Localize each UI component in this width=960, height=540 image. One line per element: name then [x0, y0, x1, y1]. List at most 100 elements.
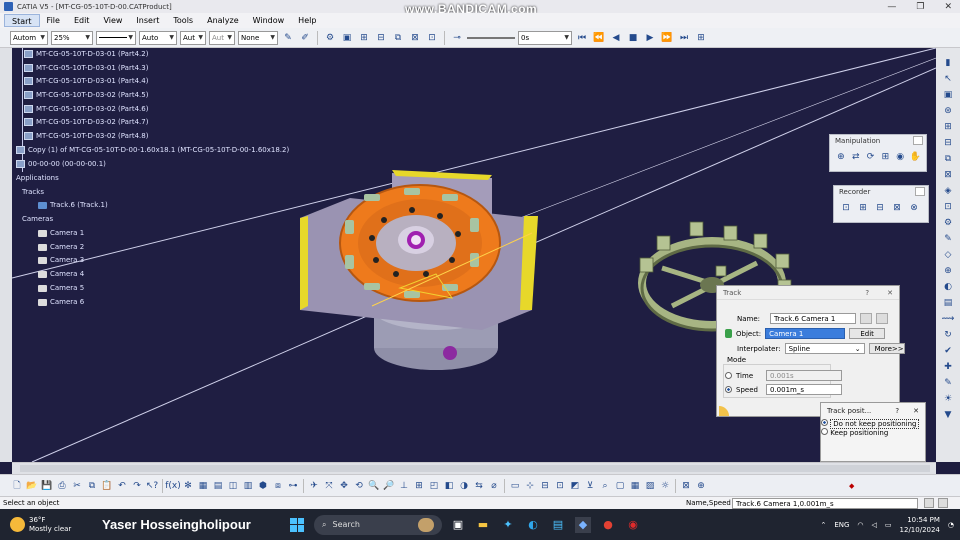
grid-icon[interactable]: ⊟ — [374, 31, 388, 45]
menu-help[interactable]: Help — [291, 14, 323, 27]
pan-icon[interactable]: ✥ — [337, 479, 351, 493]
weather-widget[interactable]: 36°F Mostly clear — [0, 516, 100, 534]
formula-icon[interactable]: f(x) — [165, 479, 181, 493]
mechanism-icon[interactable]: ⚙ — [941, 216, 955, 230]
paint-brush-icon[interactable]: ✎ — [281, 31, 295, 45]
cut-icon[interactable]: ✂ — [70, 479, 84, 493]
do-not-keep-radio[interactable] — [821, 419, 828, 426]
copilot-icon[interactable]: ✦ — [500, 517, 516, 533]
clock[interactable]: 10:54 PM 12/10/2024 — [900, 515, 940, 535]
open-icon[interactable]: 📂 — [25, 479, 39, 493]
path-icon[interactable]: ⟿ — [941, 312, 955, 326]
player-next-step-icon[interactable]: ⏩ — [660, 31, 674, 45]
windows-start-icon[interactable] — [290, 517, 304, 532]
player-slider[interactable] — [467, 36, 515, 39]
compass-icon[interactable]: ◇ — [941, 248, 955, 262]
record-start-icon[interactable]: ⊞ — [856, 201, 870, 215]
redo-icon[interactable]: ↷ — [130, 479, 144, 493]
tree-item-node[interactable]: 00-00-00 (00-00-00.1) — [16, 160, 106, 168]
shuttle-icon[interactable]: ⧉ — [941, 152, 955, 166]
menu-view[interactable]: View — [96, 14, 129, 27]
record-stop-icon[interactable]: ⊟ — [873, 201, 887, 215]
file-explorer-icon[interactable]: ▬ — [475, 517, 491, 533]
shading-icon[interactable]: ◩ — [568, 479, 582, 493]
filter-icon[interactable]: ⊻ — [583, 479, 597, 493]
copy-icon[interactable]: ⧉ — [85, 479, 99, 493]
stats-icon[interactable]: ▨ — [643, 479, 657, 493]
edge-icon[interactable]: ◐ — [525, 517, 541, 533]
status-icon[interactable] — [924, 498, 934, 508]
color-combo[interactable]: Autom ▼ — [10, 30, 48, 45]
status-name-speed-field[interactable]: Track.6 Camera 1,0.001m_s — [732, 498, 918, 509]
player-prev-step-icon[interactable]: ⏪ — [592, 31, 606, 45]
record-delete-icon[interactable]: ⊗ — [907, 201, 921, 215]
close-icon[interactable]: ✕ — [887, 289, 893, 297]
tree-item-part[interactable]: MT-CG-05-10T-D-03-02 (Part4.6) — [24, 105, 148, 113]
taskbar-search[interactable]: ⌕ Search — [314, 514, 442, 535]
fly-mode-icon[interactable]: ✈ — [307, 479, 321, 493]
zoom-in-icon[interactable]: 🔍 — [367, 479, 381, 493]
distance-icon[interactable]: ◈ — [941, 184, 955, 198]
edit-simulation-icon[interactable]: ✎ — [941, 232, 955, 246]
language-indicator[interactable]: ENG — [834, 521, 849, 529]
swept-volume-icon[interactable]: ⊕ — [941, 264, 955, 278]
menu-analyze[interactable]: Analyze — [200, 14, 246, 27]
clash-icon[interactable]: ⊠ — [941, 168, 955, 182]
clipping-icon[interactable]: ⊟ — [538, 479, 552, 493]
tree-item-copy[interactable]: Copy (1) of MT-CG-05-10T-D-00-1.60x18.1 … — [16, 146, 289, 154]
catalog-icon[interactable]: ▦ — [196, 479, 210, 493]
time-field[interactable]: 0.001s — [766, 370, 842, 381]
sequence-icon[interactable]: ⊟ — [941, 136, 955, 150]
light-icon[interactable]: ☀ — [941, 392, 955, 406]
linetype-combo[interactable]: ▼ — [96, 30, 136, 45]
tree-item-applications[interactable]: Applications — [16, 174, 59, 182]
search-icon[interactable]: ⌕ — [598, 479, 612, 493]
iso-view-icon[interactable]: ◰ — [427, 479, 441, 493]
design-table-icon[interactable]: ▥ — [241, 479, 255, 493]
speed-field[interactable]: 0.001m_s — [766, 384, 842, 395]
swap-visible-icon[interactable]: ⇆ — [472, 479, 486, 493]
selection-icon[interactable]: ▢ — [613, 479, 627, 493]
zoom-icon[interactable]: ▮ — [941, 56, 955, 70]
tree-item-camera[interactable]: Camera 1 — [38, 229, 84, 237]
edit-button[interactable]: Edit — [849, 328, 886, 339]
analysis-icon[interactable]: ⊕ — [694, 479, 708, 493]
notification-icon[interactable]: ◔ — [948, 521, 954, 529]
fit-all-icon[interactable]: ⤧ — [322, 479, 336, 493]
shape-icon[interactable]: ⬢ — [256, 479, 270, 493]
tree-item-cameras[interactable]: Cameras — [22, 215, 53, 223]
ok-sun-icon[interactable] — [719, 402, 739, 416]
painter-icon[interactable]: ✐ — [298, 31, 312, 45]
knowledge-icon[interactable]: ✻ — [181, 479, 195, 493]
annotation-icon[interactable]: ✎ — [941, 376, 955, 390]
help-icon[interactable]: ? — [895, 407, 899, 415]
minimize-icon[interactable]: — — [887, 2, 896, 12]
light-icon[interactable]: ☼ — [658, 479, 672, 493]
normal-view-icon[interactable]: ⊥ — [397, 479, 411, 493]
tree-item-part[interactable]: MT-CG-05-10T-D-03-01 (Part4.3) — [24, 64, 148, 72]
macro-icon[interactable]: ▤ — [211, 479, 225, 493]
save-icon[interactable]: 💾 — [40, 479, 54, 493]
speed-radio[interactable] — [725, 386, 732, 393]
hide-show-icon[interactable]: ◑ — [457, 479, 471, 493]
camera-icon[interactable]: ◉ — [894, 150, 906, 164]
name-field[interactable]: Track.6 Camera 1 — [770, 313, 857, 324]
player-time-field[interactable]: 0s ▼ — [518, 30, 572, 45]
chrome-icon[interactable]: ● — [600, 517, 616, 533]
tree-item-part[interactable]: MT-CG-05-10T-D-03-02 (Part4.7) — [24, 118, 148, 126]
player-play-icon[interactable]: ▶ — [643, 31, 657, 45]
translate-icon[interactable]: ⇄ — [850, 150, 862, 164]
menu-edit[interactable]: Edit — [67, 14, 97, 27]
player-prev-icon[interactable]: ◀ — [609, 31, 623, 45]
render-style-icon[interactable]: ◧ — [442, 479, 456, 493]
player-last-icon[interactable]: ⏭ — [677, 31, 691, 45]
paste-icon[interactable]: 📋 — [100, 479, 114, 493]
tree-item-part[interactable]: MT-CG-05-10T-D-03-02 (Part4.5) — [24, 91, 148, 99]
slider-handle-icon[interactable]: ⊸ — [450, 31, 464, 45]
menu-insert[interactable]: Insert — [129, 14, 166, 27]
layer-icon[interactable]: ⧈ — [271, 479, 285, 493]
video-icon[interactable]: ▭ — [508, 479, 522, 493]
status-icon[interactable] — [938, 498, 948, 508]
tree-item-camera[interactable]: Camera 5 — [38, 284, 84, 292]
object-field[interactable]: Camera 1 — [765, 328, 846, 339]
